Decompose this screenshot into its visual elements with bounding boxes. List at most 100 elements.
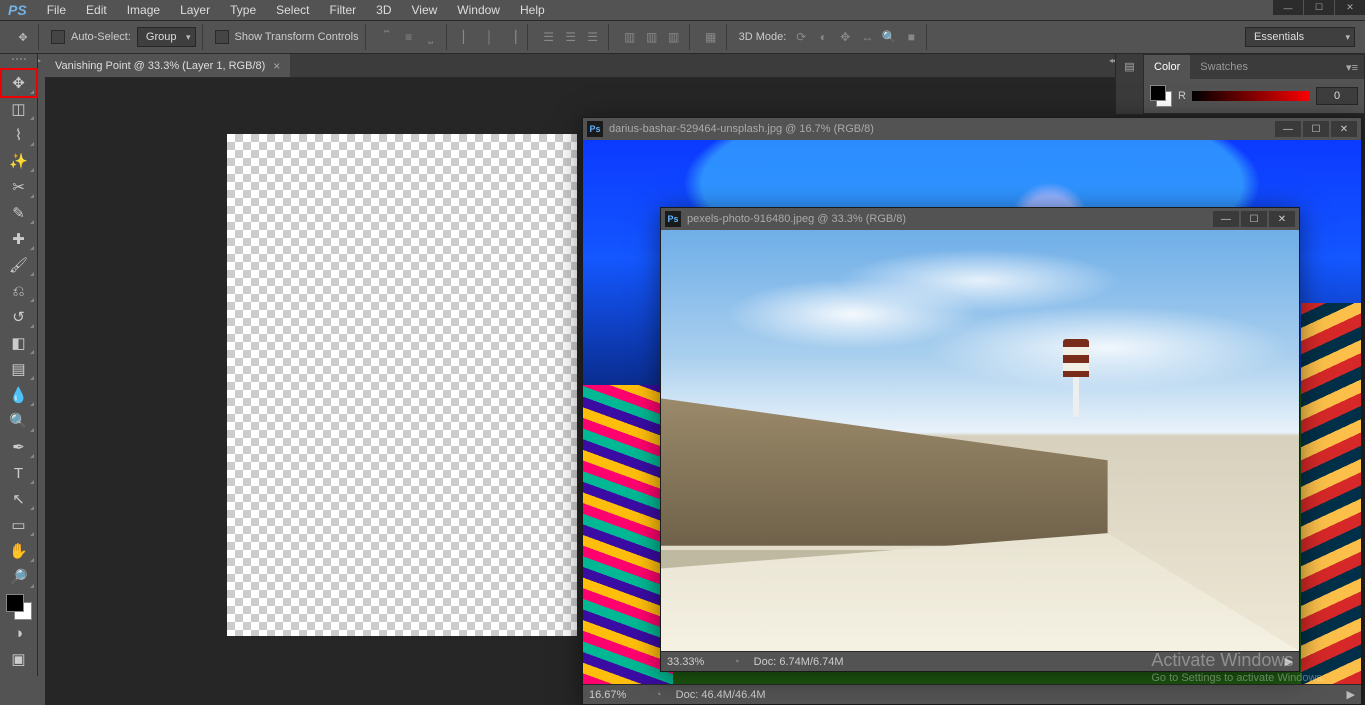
align-right-icon[interactable]: ▕ — [503, 28, 521, 46]
eraser-tool[interactable]: ◧ — [2, 330, 36, 356]
window-restore-icon[interactable]: ☐ — [1304, 0, 1334, 15]
float2-titlebar[interactable]: Ps pexels-photo-916480.jpeg @ 33.3% (RGB… — [661, 208, 1299, 230]
menu-image[interactable]: Image — [117, 3, 170, 17]
3d-orbit-icon[interactable]: ⟳ — [792, 28, 810, 46]
blur-tool[interactable]: 💧 — [2, 382, 36, 408]
3d-zoom-icon[interactable]: 🔍 — [880, 28, 898, 46]
float1-titlebar[interactable]: Ps darius-bashar-529464-unsplash.jpg @ 1… — [583, 118, 1361, 140]
float2-play-icon[interactable]: ▶ — [1285, 655, 1293, 668]
dist-top-icon[interactable]: ☰ — [540, 28, 558, 46]
window-close-icon[interactable]: ✕ — [1335, 0, 1365, 15]
float2-docsize: Doc: 6.74M/6.74M — [754, 656, 844, 668]
menu-file[interactable]: File — [37, 3, 76, 17]
dist-right-icon[interactable]: ▥ — [665, 28, 683, 46]
float1-statusbar: 16.67% ◔ Doc: 46.4M/46.4M ▶ — [583, 684, 1361, 704]
float2-close-icon[interactable]: ✕ — [1269, 211, 1295, 227]
auto-align-icon[interactable]: ▦ — [702, 28, 720, 46]
menu-filter[interactable]: Filter — [319, 3, 366, 17]
menu-type[interactable]: Type — [220, 3, 266, 17]
panel-menu-icon[interactable]: ▾≡ — [1346, 61, 1364, 74]
menu-help[interactable]: Help — [510, 3, 555, 17]
show-transform-checkbox[interactable] — [215, 30, 229, 44]
hand-tool[interactable]: ✋ — [2, 538, 36, 564]
auto-select-label: Auto-Select: — [71, 31, 131, 43]
color-swatch[interactable] — [6, 594, 32, 620]
option-bar: ✥ Auto-Select: Group Show Transform Cont… — [0, 20, 1365, 54]
pen-tool[interactable]: ✒ — [2, 434, 36, 460]
tab-close-icon[interactable]: × — [273, 59, 280, 73]
ps-badge-icon: Ps — [665, 211, 681, 227]
float2-title: pexels-photo-916480.jpeg @ 33.3% (RGB/8) — [687, 213, 906, 225]
auto-select-checkbox[interactable] — [51, 30, 65, 44]
move-tool[interactable]: ✥ — [2, 70, 36, 96]
float2-minimize-icon[interactable]: — — [1213, 211, 1239, 227]
menubar: PS File Edit Image Layer Type Select Fil… — [0, 0, 1365, 20]
dist-vcenter-icon[interactable]: ☰ — [562, 28, 580, 46]
gradient-tool[interactable]: ▤ — [2, 356, 36, 382]
dodge-tool[interactable]: 🔍 — [2, 408, 36, 434]
crop-tool[interactable]: ✂ — [2, 174, 36, 200]
quick-mask-tool[interactable]: ◑ — [2, 620, 36, 646]
float2-zoom[interactable]: 33.33% — [667, 656, 719, 668]
wand-tool[interactable]: ✨ — [2, 148, 36, 174]
align-group-2: ▏ │ ▕ — [453, 24, 528, 50]
r-slider[interactable] — [1192, 91, 1310, 101]
zoom-tool[interactable]: 🔎 — [2, 564, 36, 590]
stamp-tool[interactable]: ⎌ — [2, 278, 36, 304]
align-bottom-icon[interactable]: ⎵ — [422, 28, 440, 46]
align-vcenter-icon[interactable]: ≡ — [400, 28, 418, 46]
color-tab[interactable]: Color — [1144, 55, 1190, 79]
3d-roll-icon[interactable]: ◐ — [814, 28, 832, 46]
document-tab[interactable]: Vanishing Point @ 33.3% (Layer 1, RGB/8)… — [45, 54, 290, 77]
r-value-input[interactable]: 0 — [1316, 87, 1358, 105]
float2-info-icon[interactable]: ◔ — [733, 656, 740, 668]
menu-edit[interactable]: Edit — [76, 3, 117, 17]
float1-info-icon[interactable]: ◔ — [655, 689, 662, 701]
panel-grip-icon[interactable] — [4, 58, 34, 66]
float1-minimize-icon[interactable]: — — [1275, 121, 1301, 137]
3d-slide-icon[interactable]: ↔ — [858, 28, 876, 46]
float1-close-icon[interactable]: ✕ — [1331, 121, 1357, 137]
workspace-dropdown[interactable]: Essentials — [1245, 27, 1355, 47]
auto-select-dropdown[interactable]: Group — [137, 27, 196, 47]
shape-tool[interactable]: ▭ — [2, 512, 36, 538]
dist-bottom-icon[interactable]: ☰ — [584, 28, 602, 46]
menu-3d[interactable]: 3D — [366, 3, 401, 17]
eyedropper-tool[interactable]: ✎ — [2, 200, 36, 226]
type-tool[interactable]: T — [2, 460, 36, 486]
menu-window[interactable]: Window — [447, 3, 510, 17]
lasso-tool[interactable]: ⌇ — [2, 122, 36, 148]
float2-image[interactable] — [661, 230, 1299, 651]
align-hcenter-icon[interactable]: │ — [481, 28, 499, 46]
brush-tool[interactable]: 🖌 — [2, 252, 36, 278]
threeD-label: 3D Mode: — [739, 31, 787, 43]
marquee-tool[interactable]: ◫ — [2, 96, 36, 122]
transparent-canvas[interactable] — [227, 134, 577, 636]
align-top-icon[interactable]: ⎴ — [378, 28, 396, 46]
threeD-group: 3D Mode: ⟳ ◐ ✥ ↔ 🔍 ■ — [733, 24, 928, 50]
swatches-tab[interactable]: Swatches — [1190, 55, 1258, 79]
history-brush-tool[interactable]: ↺ — [2, 304, 36, 330]
3d-pan-icon[interactable]: ✥ — [836, 28, 854, 46]
align-left-icon[interactable]: ▏ — [459, 28, 477, 46]
window-minimize-icon[interactable]: — — [1273, 0, 1303, 15]
dist-left-icon[interactable]: ▥ — [621, 28, 639, 46]
history-panel-icon[interactable]: ▤ — [1124, 60, 1134, 73]
dist-hcenter-icon[interactable]: ▥ — [643, 28, 661, 46]
menu-select[interactable]: Select — [266, 3, 319, 17]
ps-badge-icon: Ps — [587, 121, 603, 137]
float1-zoom[interactable]: 16.67% — [589, 689, 641, 701]
3d-camera-icon[interactable]: ■ — [902, 28, 920, 46]
menu-view[interactable]: View — [402, 3, 448, 17]
float-window-pexels[interactable]: Ps pexels-photo-916480.jpeg @ 33.3% (RGB… — [660, 207, 1300, 672]
screen-mode-tool[interactable]: ▣ — [2, 646, 36, 672]
menu-layer[interactable]: Layer — [170, 3, 220, 17]
panel-color-swatch[interactable] — [1150, 85, 1172, 107]
heal-tool[interactable]: ✚ — [2, 226, 36, 252]
float1-play-icon[interactable]: ▶ — [1347, 688, 1355, 701]
distribute-group-1: ☰ ☰ ☰ — [534, 24, 609, 50]
float2-maximize-icon[interactable]: ☐ — [1241, 211, 1267, 227]
move-tool-icon: ✥ — [14, 28, 32, 46]
path-tool[interactable]: ↖ — [2, 486, 36, 512]
float1-maximize-icon[interactable]: ☐ — [1303, 121, 1329, 137]
